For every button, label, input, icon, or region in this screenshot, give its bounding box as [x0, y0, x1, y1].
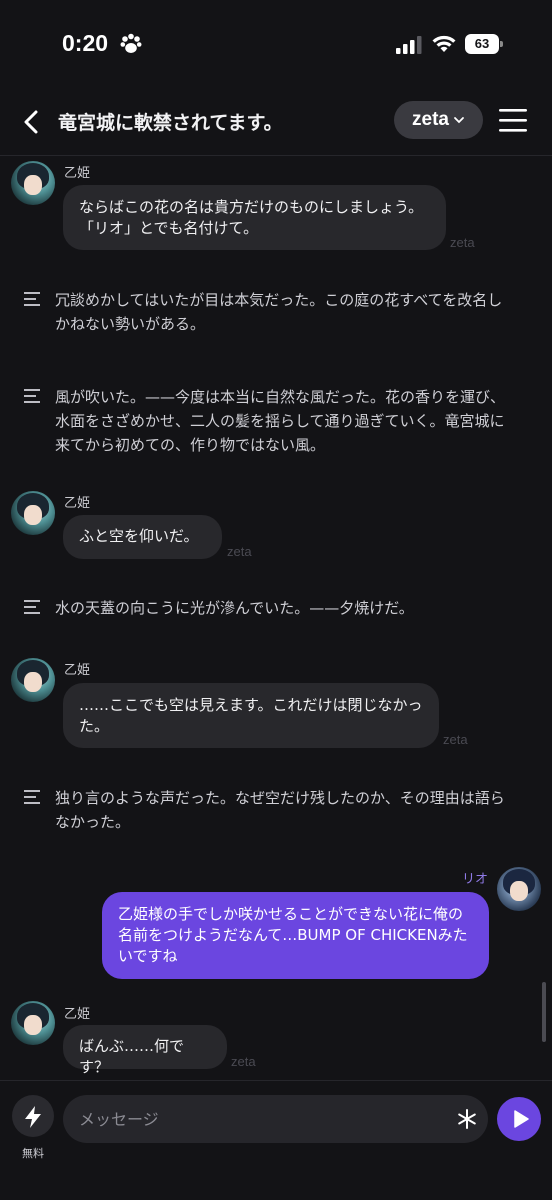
- message-bubble[interactable]: ふと空を仰いだ。: [63, 515, 222, 559]
- avatar-face: [24, 505, 42, 525]
- message-line: ふと空を仰いだ。: [79, 527, 199, 545]
- narration-text: 風が吹いた。——今度は本当に自然な風だった。花の香りを運び、 水面をさざめかせ、…: [55, 385, 525, 457]
- status-bar: 0:20 63: [0, 0, 552, 90]
- avatar-face: [24, 672, 42, 692]
- message-line: ばんぶ……何です？: [79, 1037, 185, 1076]
- boost-button[interactable]: 無料: [12, 1095, 54, 1160]
- message-line: 乙姫様の手でしか咲かせることができない花に俺の: [118, 905, 464, 923]
- narration-line: なかった。: [55, 813, 131, 831]
- lightning-icon: [25, 1106, 41, 1128]
- speaker-name: 乙姫: [64, 1007, 91, 1022]
- zeta-tag: zeta: [231, 1054, 256, 1069]
- zeta-tag: zeta: [450, 235, 475, 250]
- narration-text: 水の天蓋の向こうに光が滲んでいた。——夕焼けだ。: [55, 596, 525, 620]
- chat-title: 竜宮城に軟禁されてます。: [58, 112, 283, 134]
- chat-header: 竜宮城に軟禁されてます。 zeta: [0, 90, 552, 156]
- speaker-name: 乙姫: [64, 663, 91, 678]
- zeta-tag: zeta: [227, 544, 252, 559]
- message-line: いですね: [118, 947, 178, 965]
- scrollbar-thumb[interactable]: [542, 982, 546, 1042]
- narration-lines-icon: [24, 292, 40, 306]
- narration: 冗談めかしてはいたが目は本気だった。この庭の花すべてを改名し かねない勢いがある…: [24, 288, 524, 338]
- message-input[interactable]: [79, 1095, 439, 1143]
- avatar[interactable]: [11, 491, 55, 535]
- message-bubble[interactable]: ならばこの花の名は貴方だけのものにしましょう。 「リオ」とでも名付けて。: [63, 185, 446, 250]
- narration-text: 独り言のような声だった。なぜ空だけ残したのか、その理由は語ら なかった。: [55, 786, 525, 834]
- battery-level: 63: [465, 34, 499, 54]
- send-button[interactable]: [497, 1097, 541, 1141]
- narration: 水の天蓋の向こうに光が滲んでいた。——夕焼けだ。: [24, 596, 524, 622]
- message-bubble[interactable]: ばんぶ……何です？: [63, 1025, 227, 1076]
- back-button[interactable]: [18, 108, 46, 136]
- narration: 独り言のような声だった。なぜ空だけ残したのか、その理由は語ら なかった。: [24, 786, 524, 836]
- chevron-down-icon: [454, 117, 464, 124]
- avatar[interactable]: [11, 658, 55, 702]
- play-icon: [514, 1110, 529, 1128]
- message-line: 名前をつけようだなんて…BUMP OF CHICKENみた: [118, 926, 468, 944]
- speaker-name: 乙姫: [64, 166, 91, 181]
- asterisk-icon[interactable]: [455, 1107, 479, 1131]
- paw-icon: [120, 33, 142, 53]
- narration-text: 冗談めかしてはいたが目は本気だった。この庭の花すべてを改名し かねない勢いがある…: [55, 288, 525, 336]
- narration-line: 風が吹いた。——今度は本当に自然な風だった。花の香りを運び、: [55, 388, 506, 406]
- message-line: 「リオ」とでも名付けて。: [79, 219, 259, 237]
- narration-lines-icon: [24, 790, 40, 804]
- avatar[interactable]: [11, 161, 55, 205]
- narration-line: 来てから初めての、作り物ではない風。: [55, 436, 326, 454]
- message-line: ……ここでも空は見えます。これだけは閉じなかっ: [79, 696, 423, 714]
- battery-icon: 63: [465, 34, 503, 54]
- menu-button[interactable]: [498, 105, 528, 135]
- narration: 風が吹いた。——今度は本当に自然な風だった。花の香りを運び、 水面をさざめかせ、…: [24, 385, 524, 459]
- model-name: zeta: [412, 109, 449, 130]
- message-field[interactable]: [63, 1095, 488, 1143]
- narration-line: 冗談めかしてはいたが目は本気だった。この庭の花すべてを改名し: [55, 291, 503, 309]
- avatar-face: [24, 175, 42, 195]
- avatar[interactable]: [11, 1001, 55, 1045]
- boost-label: 無料: [22, 1147, 44, 1160]
- narration-line: 水面をさざめかせ、二人の髪を揺らして通り過ぎていく。竜宮城に: [55, 412, 505, 430]
- wifi-icon: [432, 35, 456, 52]
- narration-lines-icon: [24, 600, 40, 614]
- input-bar: 無料: [0, 1080, 552, 1200]
- status-time: 0:20: [62, 30, 109, 56]
- message-line: ならばこの花の名は貴方だけのものにしましょう。: [79, 198, 424, 216]
- narration-line: かねない勢いがある。: [55, 315, 206, 333]
- battery-tip: [500, 41, 503, 47]
- user-message-bubble[interactable]: 乙姫様の手でしか咲かせることができない花に俺の 名前をつけようだなんて…BUMP…: [102, 892, 489, 979]
- model-selector[interactable]: zeta: [394, 101, 483, 139]
- narration-line: 独り言のような声だった。なぜ空だけ残したのか、その理由は語ら: [55, 789, 505, 807]
- avatar-face: [24, 1015, 42, 1035]
- narration-line: 水の天蓋の向こうに光が滲んでいた。——夕焼けだ。: [55, 599, 414, 617]
- user-avatar[interactable]: [497, 867, 541, 911]
- narration-lines-icon: [24, 389, 40, 403]
- message-bubble[interactable]: ……ここでも空は見えます。これだけは閉じなかっ た。: [63, 683, 439, 748]
- speaker-name: 乙姫: [64, 496, 91, 511]
- signal-icon: [396, 36, 422, 54]
- user-name: リオ: [462, 872, 489, 887]
- avatar-face: [510, 881, 528, 901]
- message-line: た。: [79, 717, 110, 735]
- zeta-tag: zeta: [443, 732, 468, 747]
